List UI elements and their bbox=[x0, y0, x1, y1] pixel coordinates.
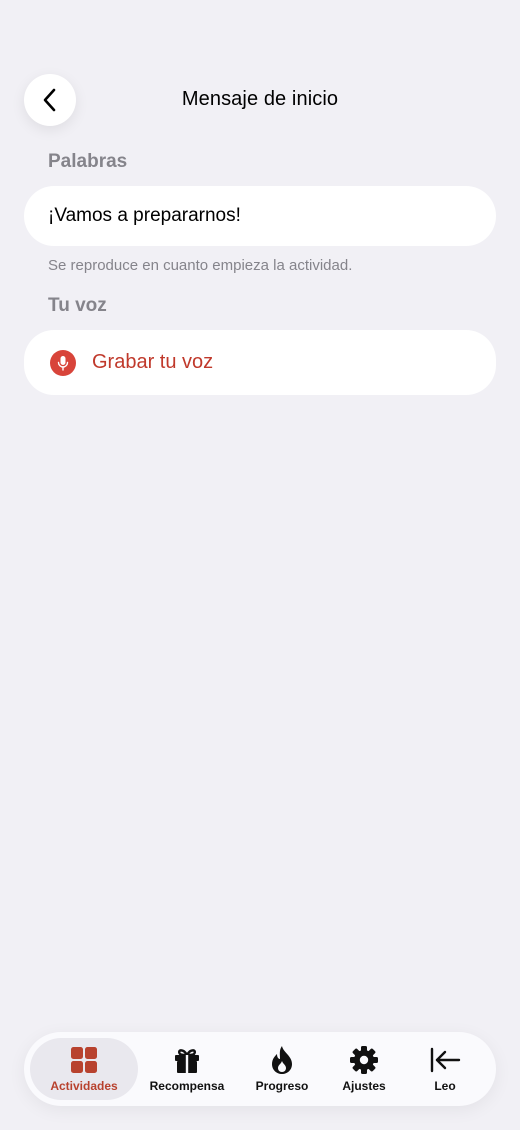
words-hint: Se reproduce en cuanto empieza la activi… bbox=[48, 257, 353, 274]
microphone-icon bbox=[50, 349, 76, 376]
tab-label: Actividades bbox=[50, 1079, 118, 1093]
tab-recompensa[interactable]: Recompensa bbox=[142, 1038, 232, 1100]
tab-label: Ajustes bbox=[342, 1079, 386, 1093]
words-value: ¡Vamos a prepararnos! bbox=[48, 205, 241, 226]
flame-icon bbox=[272, 1046, 292, 1074]
record-voice-button[interactable]: Grabar tu voz bbox=[24, 330, 496, 395]
words-field[interactable]: ¡Vamos a prepararnos! bbox=[24, 186, 496, 246]
tab-label: Recompensa bbox=[149, 1079, 225, 1093]
tab-label: Leo bbox=[434, 1079, 456, 1093]
words-section-label: Palabras bbox=[48, 151, 128, 172]
arrow-left-bar-icon bbox=[430, 1047, 461, 1073]
voice-section-label: Tu voz bbox=[48, 295, 107, 316]
page-title: Mensaje de inicio bbox=[181, 88, 339, 110]
bottom-tab-bar: Actividades Recompensa Progreso Ajustes … bbox=[24, 1032, 496, 1106]
tab-ajustes[interactable]: Ajustes bbox=[326, 1038, 402, 1100]
tab-progreso[interactable]: Progreso bbox=[242, 1038, 322, 1100]
grid-icon bbox=[71, 1047, 97, 1073]
gift-icon bbox=[175, 1049, 199, 1073]
record-voice-label: Grabar tu voz bbox=[92, 351, 214, 373]
tab-leo[interactable]: Leo bbox=[408, 1038, 482, 1100]
gear-icon bbox=[350, 1046, 378, 1074]
tab-label: Progreso bbox=[255, 1079, 309, 1093]
tab-actividades[interactable]: Actividades bbox=[30, 1038, 138, 1100]
